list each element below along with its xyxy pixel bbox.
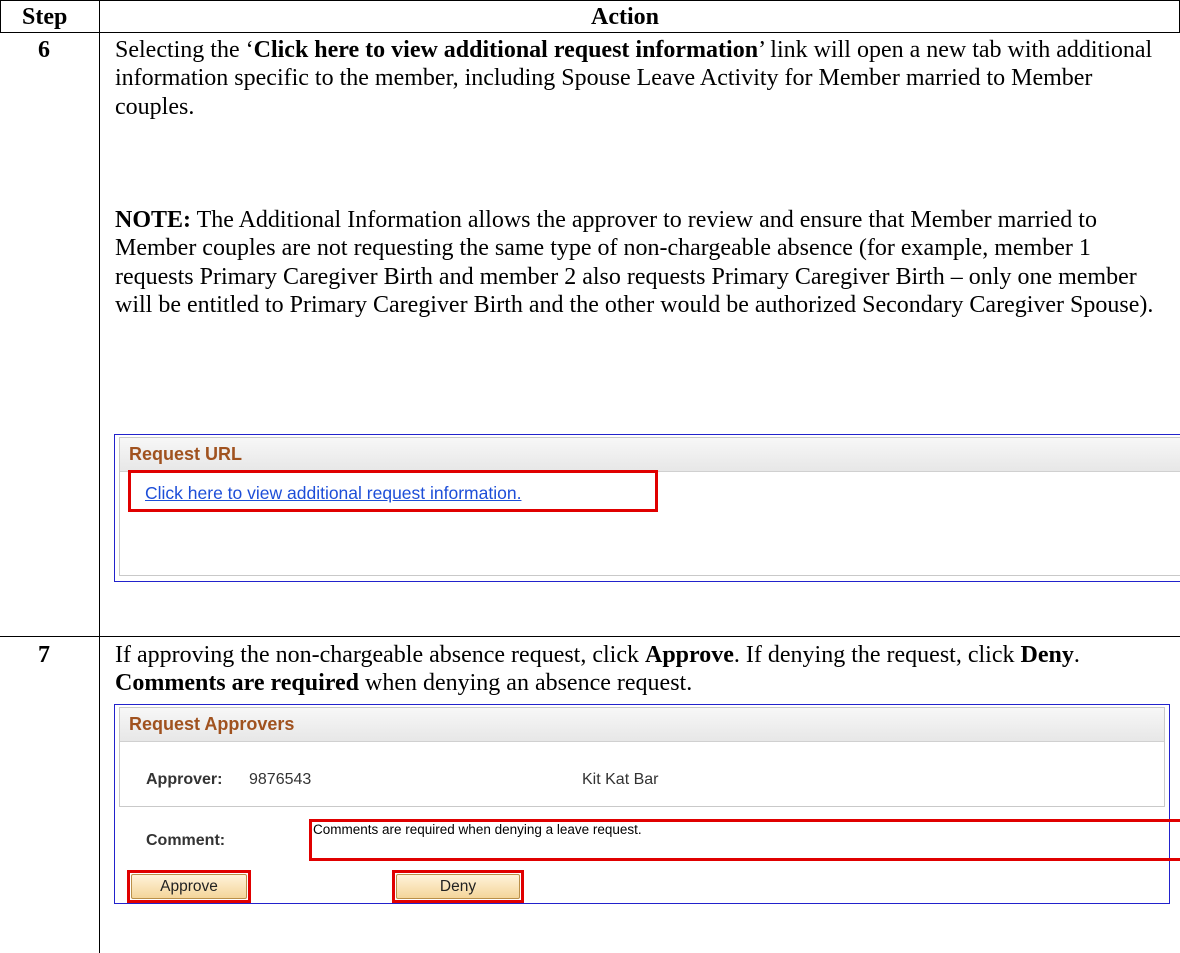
- step6-note: NOTE: The Additional Information allows …: [115, 206, 1175, 319]
- step7-text-1: If approving the non-chargeable absence …: [115, 642, 645, 668]
- step7-text-4: when denying an absence request.: [358, 670, 693, 697]
- step6-paragraph: Selecting the ‘Click here to view additi…: [115, 36, 1175, 121]
- approver-id: 9876543: [249, 771, 312, 788]
- approver-name: Kit Kat Bar: [582, 771, 659, 788]
- request-url-header: Request URL: [120, 438, 1180, 472]
- step7-paragraph: If approving the non-chargeable absence …: [115, 641, 1175, 698]
- header-action: Action: [591, 4, 659, 30]
- header-step: Step: [22, 4, 68, 30]
- step7-text-3: .: [1073, 642, 1080, 668]
- column-divider: [99, 0, 100, 953]
- comment-label: Comment:: [146, 832, 226, 849]
- table-left-border: [0, 0, 1, 32]
- request-approvers-panel: Request Approvers: [114, 704, 1170, 904]
- request-url-title: Request URL: [129, 444, 243, 464]
- table-top-border: [0, 0, 1180, 1]
- note-label: NOTE:: [115, 207, 192, 233]
- row6-bottom-border: [0, 636, 1180, 637]
- deny-word: Deny: [1020, 642, 1074, 668]
- comments-required-phrase: Comments are required: [115, 670, 359, 697]
- step-number: 7: [38, 642, 50, 668]
- step6-link-name: Click here to view additional request in…: [253, 37, 759, 63]
- request-approvers-header: Request Approvers: [120, 708, 1164, 742]
- comment-value: Comments are required when denying a lea…: [313, 822, 642, 837]
- approve-button[interactable]: Approve: [131, 874, 247, 899]
- deny-button[interactable]: Deny: [396, 874, 520, 899]
- step-number: 6: [38, 37, 50, 63]
- request-approvers-title: Request Approvers: [129, 714, 295, 734]
- approve-word: Approve: [645, 642, 734, 668]
- request-approvers-section: Request Approvers: [119, 707, 1165, 807]
- additional-info-link[interactable]: Click here to view additional request in…: [145, 483, 521, 504]
- step7-text-2: . If denying the request, click: [733, 642, 1021, 668]
- step6-text-pre: Selecting the ‘: [115, 37, 254, 63]
- header-bottom-border: [0, 32, 1180, 33]
- approver-label: Approver:: [146, 771, 223, 788]
- note-text: The Additional Information allows the ap…: [115, 207, 1154, 318]
